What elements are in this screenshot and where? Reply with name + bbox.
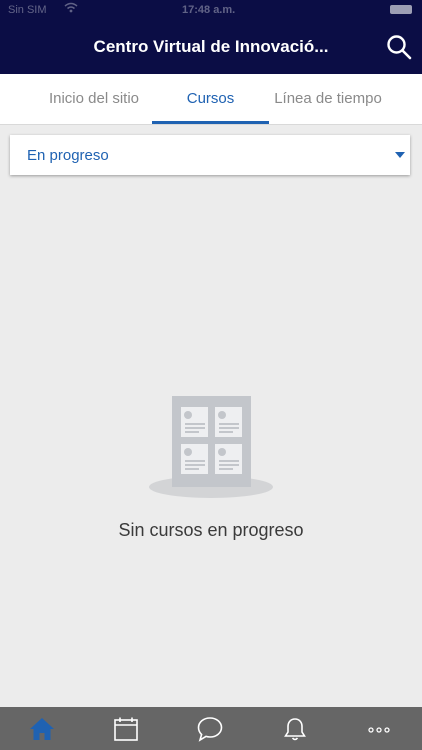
tab-courses[interactable]: Cursos (152, 74, 269, 124)
nav-calendar[interactable] (96, 707, 156, 750)
calendar-icon (114, 717, 138, 741)
carrier-label: Sin SIM (8, 4, 47, 16)
bell-icon (284, 718, 306, 741)
more-icon (368, 727, 390, 733)
messages-icon (197, 717, 223, 742)
filter-selected-value: En progreso (27, 147, 109, 164)
bottom-nav (0, 707, 422, 750)
nav-notifications[interactable] (265, 707, 325, 750)
status-time: 17:48 a.m. (182, 4, 236, 16)
battery-icon (390, 5, 412, 14)
tab-bar: Inicio del sitio Cursos Línea de tiempo (0, 74, 422, 125)
page-title: Centro Virtual de Innovació... (93, 37, 329, 56)
nav-home[interactable] (12, 707, 72, 750)
tab-timeline[interactable]: Línea de tiempo (262, 74, 394, 124)
search-icon[interactable] (386, 34, 412, 60)
tab-site-home[interactable]: Inicio del sitio (14, 74, 174, 124)
courses-grid-icon (149, 396, 273, 498)
wifi-icon (64, 2, 78, 13)
chevron-down-icon (395, 152, 405, 158)
course-filter-select[interactable]: En progreso (10, 135, 410, 175)
nav-more[interactable] (349, 707, 409, 750)
app-header: Centro Virtual de Innovació... (0, 20, 422, 74)
home-icon (30, 718, 54, 740)
status-bar: Sin SIM 17:48 a.m. (0, 0, 422, 20)
nav-messages[interactable] (180, 707, 240, 750)
active-tab-indicator (152, 121, 269, 124)
empty-state-message: Sin cursos en progreso (118, 520, 304, 540)
